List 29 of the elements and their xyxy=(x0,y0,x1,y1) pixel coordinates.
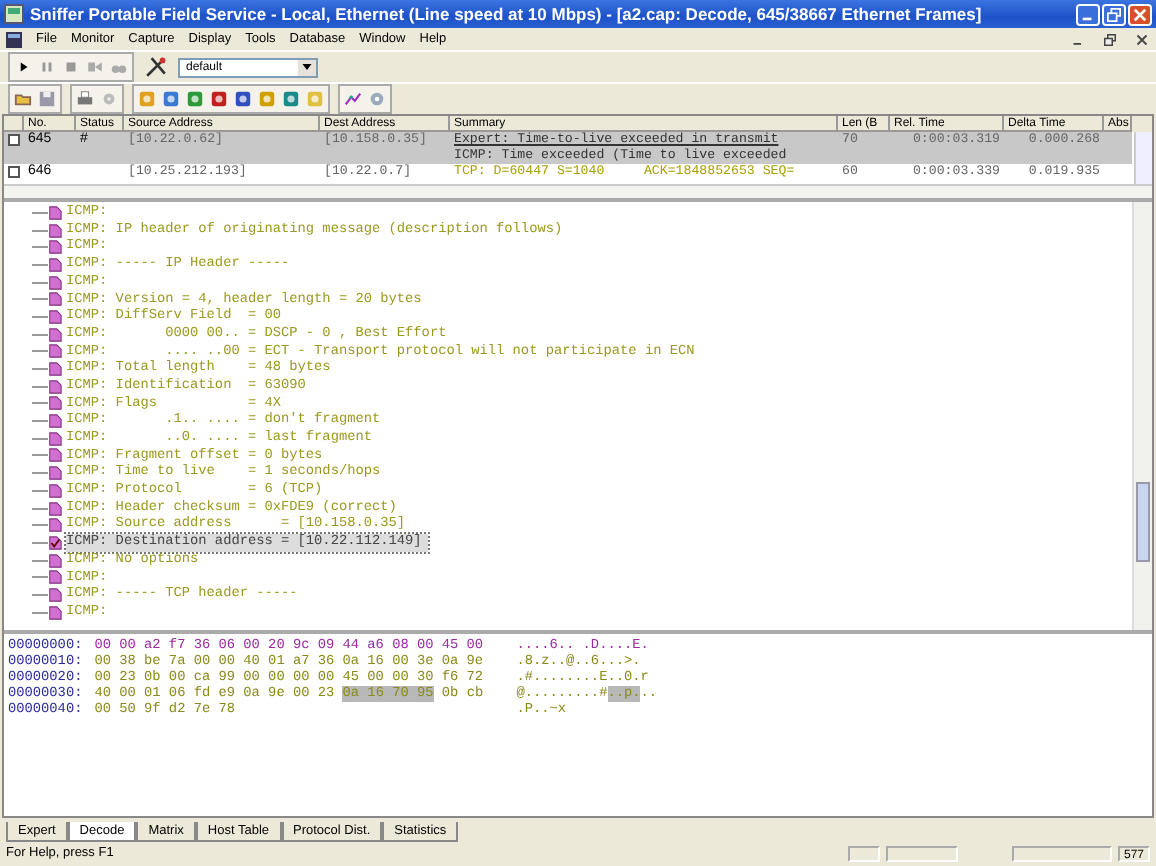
stop-icon xyxy=(62,58,80,76)
graph-button[interactable] xyxy=(342,88,364,110)
horizontal-scrollbar[interactable] xyxy=(4,184,1152,198)
close-icon xyxy=(1132,7,1148,21)
row-checkbox[interactable] xyxy=(8,166,20,178)
monitor-button[interactable] xyxy=(184,88,206,110)
restore-button[interactable] xyxy=(1100,31,1118,47)
monitor-button[interactable] xyxy=(280,88,302,110)
window-title: Sniffer Portable Field Service - Local, Ethernet (Line speed at 10 Mbps) - [a2.cap: Decode, 645/38667 Ethernet Frames] xyxy=(30,4,984,24)
document-icon xyxy=(6,31,22,47)
checked-page-icon[interactable] xyxy=(48,535,62,550)
close-button[interactable] xyxy=(1132,31,1150,47)
monitor-button[interactable] xyxy=(208,88,230,110)
monitor-button[interactable] xyxy=(232,88,254,110)
print-button[interactable] xyxy=(74,88,96,110)
app-icon xyxy=(4,4,24,24)
minimize-button[interactable] xyxy=(1076,3,1100,25)
monitor-button[interactable] xyxy=(160,88,182,110)
status-panel xyxy=(886,845,958,861)
caret-icon xyxy=(302,64,312,70)
restore-button[interactable] xyxy=(1102,3,1126,25)
vertical-scrollbar[interactable] xyxy=(1132,202,1152,630)
status-panel xyxy=(848,845,880,861)
row-checkbox[interactable] xyxy=(8,134,20,146)
pause-icon xyxy=(38,58,56,76)
vertical-scrollbar[interactable] xyxy=(1134,132,1152,184)
close-icon xyxy=(1135,33,1147,45)
status-panel xyxy=(1012,845,1112,861)
tool-button[interactable] xyxy=(142,54,170,80)
